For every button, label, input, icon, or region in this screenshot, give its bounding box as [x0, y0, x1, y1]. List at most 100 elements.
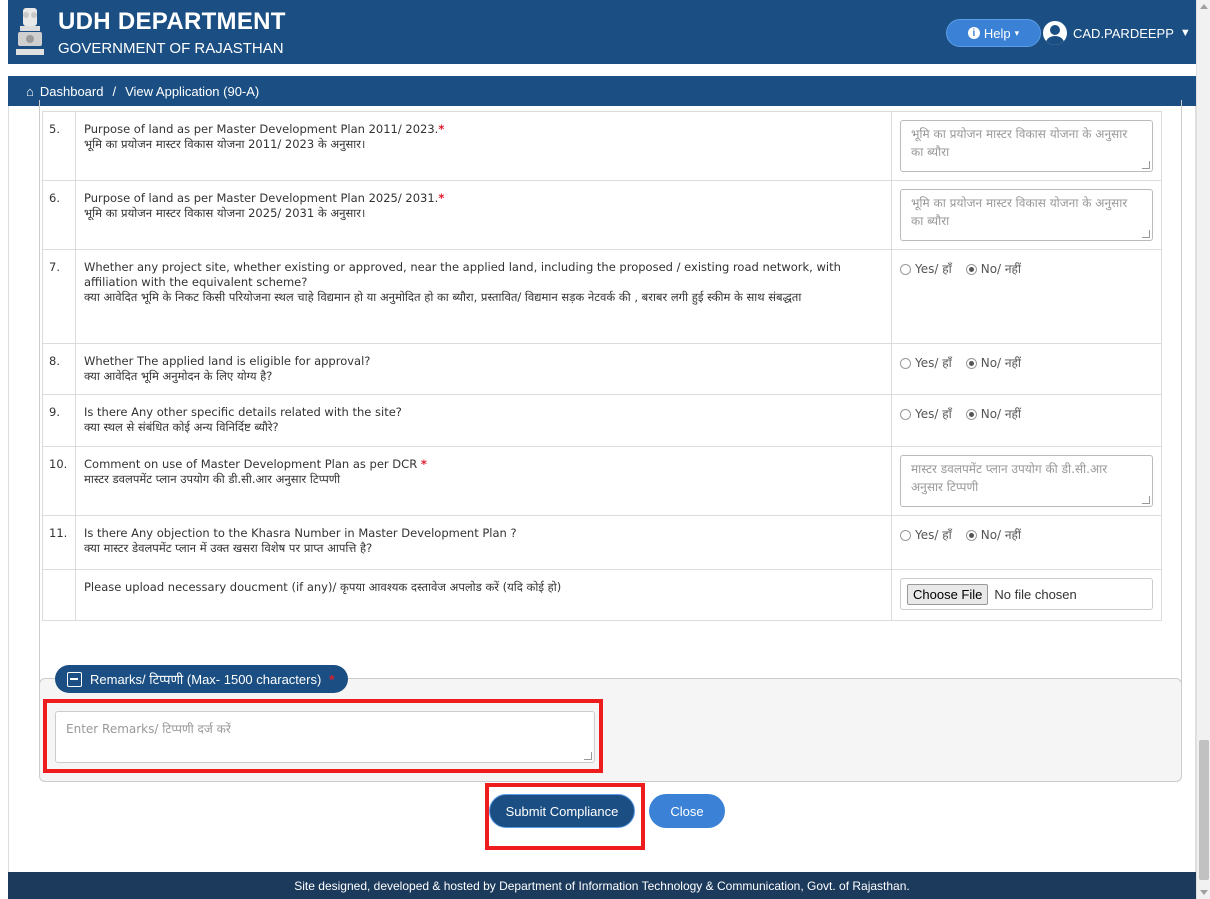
row-number: 11.: [42, 515, 76, 570]
answer-cell: Yes/ हाँ No/ नहीं: [891, 249, 1162, 344]
scroll-thumb[interactable]: [1199, 740, 1209, 880]
answer-cell: Yes/ हाँ No/ नहीं: [891, 394, 1162, 447]
scroll-down-icon[interactable]: [1200, 890, 1208, 895]
answer-cell: मास्टर डवलपमेंट प्लान उपयोग की डी.सी.आर …: [891, 446, 1162, 516]
question-hi: क्या स्थल से संबंधित कोई अन्य विनिर्दिष्…: [84, 420, 279, 434]
answer-cell: Yes/ हाँ No/ नहीं: [891, 343, 1162, 395]
row-number: 6.: [42, 180, 76, 250]
radio-group: Yes/ हाँ No/ नहीं: [900, 258, 1153, 277]
question-text: Purpose of land as per Master Developmen…: [75, 111, 892, 181]
file-status: No file chosen: [994, 586, 1077, 602]
radio-group: Yes/ हाँ No/ नहीं: [900, 524, 1153, 543]
table-row: 11. Is there Any objection to the Khasra…: [42, 515, 1162, 570]
no-label: No/ नहीं: [980, 528, 1022, 542]
question-hi: क्या आवेदित भूमि अनुमोदन के लिए योग्य है…: [84, 369, 273, 383]
question-en: Whether The applied land is eligible for…: [84, 354, 371, 368]
mdp-2025-2031-textarea[interactable]: भूमि का प्रयोजन मास्टर विकास योजना के अन…: [900, 189, 1153, 241]
radio-group: Yes/ हाँ No/ नहीं: [900, 352, 1153, 371]
help-button[interactable]: i Help ▾: [946, 19, 1041, 47]
choose-file-button[interactable]: Choose File: [907, 583, 989, 605]
table-row: 6. Purpose of land as per Master Develop…: [42, 180, 1162, 250]
question-text: Purpose of land as per Master Developmen…: [75, 180, 892, 250]
close-button[interactable]: Close: [649, 794, 725, 828]
question-en: Whether any project site, whether existi…: [84, 260, 841, 289]
no-radio[interactable]: No/ नहीं: [965, 407, 1021, 422]
yes-radio[interactable]: Yes/ हाँ: [900, 356, 952, 371]
yes-label: Yes/ हाँ: [915, 262, 952, 276]
remarks-highlight: [43, 699, 603, 773]
radio-circle: [900, 409, 911, 420]
yes-radio[interactable]: Yes/ हाँ: [900, 407, 952, 422]
radio-group: Yes/ हाँ No/ नहीं: [900, 403, 1153, 422]
row-number: 9.: [42, 394, 76, 447]
help-label: Help: [983, 25, 1011, 41]
table-row: 10. Comment on use of Master Development…: [42, 446, 1162, 516]
question-en: Is there Any other specific details rela…: [84, 405, 402, 419]
row-number: [42, 569, 76, 621]
scroll-up-icon[interactable]: [1200, 4, 1208, 9]
yes-label: Yes/ हाँ: [915, 528, 952, 542]
required-marker: *: [329, 671, 335, 687]
yes-radio[interactable]: Yes/ हाँ: [900, 528, 952, 543]
question-hi: मास्टर डवलपमेंट प्लान उपयोग की डी.सी.आर …: [84, 472, 341, 486]
question-hi: भूमि का प्रयोजन मास्टर विकास योजना 2011/…: [84, 137, 366, 151]
table-row: Please upload necessary doucment (if any…: [42, 569, 1162, 621]
question-hi: भूमि का प्रयोजन मास्टर विकास योजना 2025/…: [84, 206, 366, 220]
question-text: Whether any project site, whether existi…: [75, 249, 892, 344]
caret-down-icon: ▼: [1179, 27, 1191, 39]
breadcrumb-separator: /: [112, 83, 117, 99]
question-text: Is there Any other specific details rela…: [75, 394, 892, 447]
submit-highlight: [485, 783, 645, 850]
user-menu[interactable]: CAD.PARDEEPP ▼: [1043, 19, 1191, 47]
home-icon[interactable]: ⌂: [26, 84, 34, 99]
radio-circle-checked: [965, 358, 977, 369]
row-number: 10.: [42, 446, 76, 516]
radio-circle: [900, 358, 911, 369]
required-marker: *: [438, 122, 445, 136]
question-text: Comment on use of Master Development Pla…: [75, 446, 892, 516]
remarks-header[interactable]: Remarks/ टिप्पणी (Max- 1500 characters) …: [55, 665, 349, 693]
header-gap: [8, 64, 1196, 76]
breadcrumb-current: View Application (90-A): [125, 83, 260, 99]
table-row: 9. Is there Any other specific details r…: [42, 394, 1162, 447]
collapse-icon: [67, 671, 82, 687]
question-text: Whether The applied land is eligible for…: [75, 343, 892, 395]
radio-circle: [900, 530, 911, 541]
questions-table: 5. Purpose of land as per Master Develop…: [42, 111, 1162, 621]
app-subtitle: GOVERNMENT OF RAJASTHAN: [58, 40, 284, 57]
radio-circle-checked: [965, 530, 977, 541]
dcr-comment-textarea[interactable]: मास्टर डवलपमेंट प्लान उपयोग की डी.सी.आर …: [900, 455, 1153, 507]
user-avatar-icon: [1043, 21, 1067, 45]
answer-cell: Yes/ हाँ No/ नहीं: [891, 515, 1162, 570]
no-radio[interactable]: No/ नहीं: [965, 262, 1022, 277]
answer-cell: भूमि का प्रयोजन मास्टर विकास योजना के अन…: [891, 111, 1162, 181]
app-title: UDH DEPARTMENT: [58, 8, 286, 35]
caret-down-icon: ▾: [1014, 27, 1020, 38]
answer-cell: भूमि का प्रयोजन मास्टर विकास योजना के अन…: [891, 180, 1162, 250]
row-number: 5.: [42, 111, 76, 181]
answer-cell: Choose File No file chosen: [891, 569, 1162, 621]
mdp-2011-2023-textarea[interactable]: भूमि का प्रयोजन मास्टर विकास योजना के अन…: [900, 120, 1153, 172]
no-radio[interactable]: No/ नहीं: [965, 528, 1022, 543]
yes-label: Yes/ हाँ: [915, 407, 952, 421]
question-hi: क्या आवेदित भूमि के निकट किसी परियोजना स…: [84, 290, 802, 304]
radio-circle-checked: [965, 409, 977, 420]
page-footer: Site designed, developed & hosted by Dep…: [8, 872, 1196, 899]
question-en: Purpose of land as per Master Developmen…: [84, 122, 439, 136]
required-marker: *: [438, 191, 445, 205]
app-header: UDH DEPARTMENT GOVERNMENT OF RAJASTHAN i…: [8, 0, 1196, 64]
no-radio[interactable]: No/ नहीं: [965, 356, 1022, 371]
upload-label: Please upload necessary doucment (if any…: [75, 569, 892, 621]
file-input[interactable]: Choose File No file chosen: [900, 578, 1153, 610]
question-hi: क्या मास्टर डेवलपमेंट प्लान में उक्त खसर…: [84, 541, 373, 555]
question-en: Is there Any objection to the Khasra Num…: [84, 526, 517, 540]
required-marker: *: [420, 457, 427, 471]
question-en: Purpose of land as per Master Developmen…: [84, 191, 439, 205]
no-label: No/ नहीं: [980, 262, 1022, 276]
breadcrumb-dashboard[interactable]: Dashboard: [40, 84, 104, 99]
state-emblem-icon: [16, 8, 44, 55]
yes-radio[interactable]: Yes/ हाँ: [900, 262, 952, 277]
vertical-scrollbar[interactable]: [1196, 0, 1210, 899]
no-label: No/ नहीं: [980, 356, 1022, 370]
yes-label: Yes/ हाँ: [915, 356, 952, 370]
